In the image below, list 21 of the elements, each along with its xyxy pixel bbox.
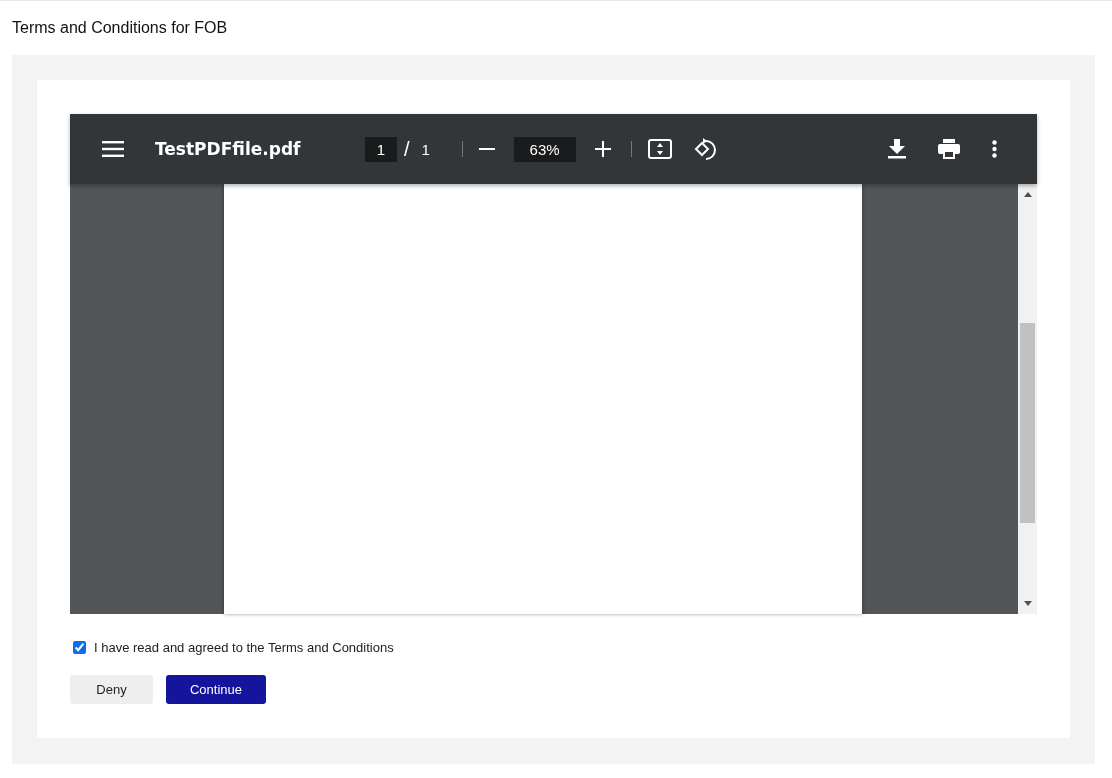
page-title: Terms and Conditions for FOB bbox=[11, 18, 229, 37]
continue-button[interactable]: Continue bbox=[166, 675, 266, 704]
page-total: 1 bbox=[421, 140, 431, 158]
menu-icon[interactable] bbox=[102, 141, 124, 157]
fit-page-icon[interactable] bbox=[647, 139, 672, 159]
page-separator: / bbox=[404, 137, 410, 161]
scrollbar[interactable] bbox=[1018, 184, 1037, 614]
agree-label: I have read and agreed to the Terms and Conditions bbox=[94, 640, 394, 655]
rotate-icon[interactable] bbox=[693, 137, 718, 161]
scrollbar-thumb[interactable] bbox=[1020, 323, 1035, 523]
deny-button[interactable]: Deny bbox=[70, 675, 153, 704]
print-icon[interactable] bbox=[938, 139, 960, 159]
zoom-in-icon[interactable] bbox=[594, 141, 611, 157]
agree-checkbox[interactable] bbox=[73, 641, 86, 654]
download-icon[interactable] bbox=[888, 139, 906, 159]
scroll-down-icon[interactable] bbox=[1023, 601, 1032, 606]
zoom-field[interactable]: 63% bbox=[513, 136, 576, 162]
more-icon[interactable] bbox=[992, 140, 997, 158]
file-name: TestPDFfile.pdf bbox=[155, 139, 302, 159]
scroll-up-icon[interactable] bbox=[1023, 192, 1032, 197]
page-number-field[interactable]: 1 bbox=[365, 136, 397, 162]
